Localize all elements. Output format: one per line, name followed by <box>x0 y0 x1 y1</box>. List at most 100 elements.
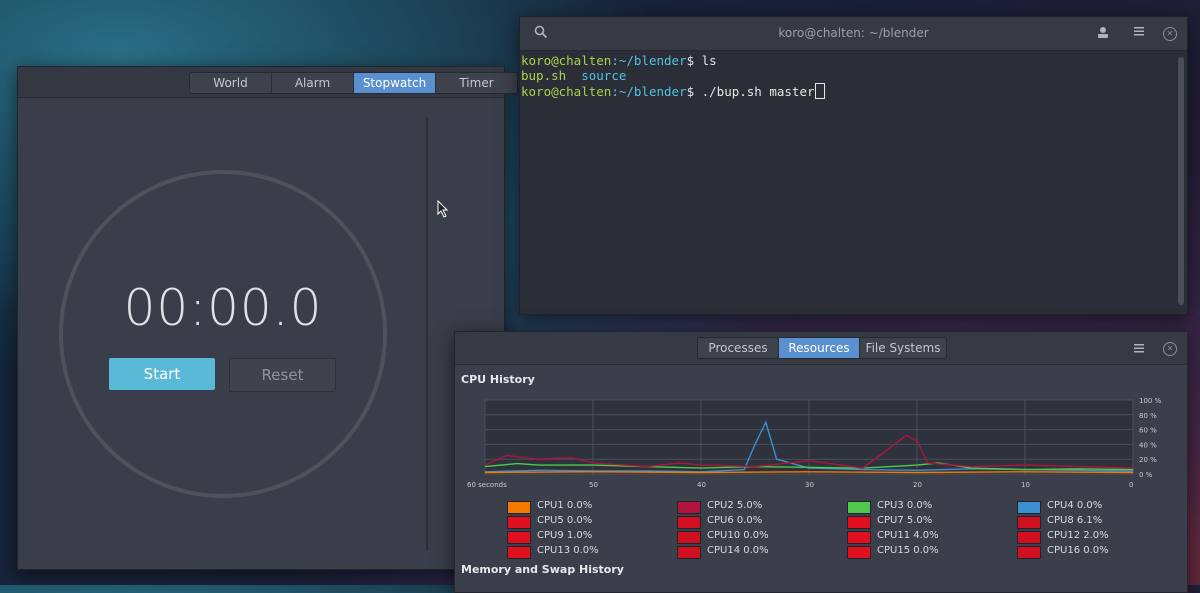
y-tick-label: 0 % <box>1139 471 1153 479</box>
text-cursor <box>814 83 825 99</box>
x-tick-label: 0 <box>1129 481 1133 489</box>
close-icon[interactable]: ✕ <box>1163 342 1177 356</box>
cpu-legend-item: CPU5 0.0% <box>507 515 677 530</box>
close-icon[interactable]: ✕ <box>1163 27 1177 41</box>
terminal-titlebar: koro@chalten: ~/blender ✕ <box>520 17 1187 51</box>
terminal-title: koro@chalten: ~/blender <box>778 26 929 40</box>
x-tick-label: 40 <box>697 481 706 489</box>
x-tick-label: 60 seconds <box>467 481 507 489</box>
prompt-user: koro@chalten <box>521 53 612 68</box>
prompt-path: :~/blender <box>611 84 687 99</box>
cpu-legend-label: CPU8 6.1% <box>1047 515 1103 526</box>
clocks-header: World Alarm Stopwatch Timer <box>18 67 518 98</box>
cpu-legend-label: CPU16 0.0% <box>1047 545 1109 556</box>
tab-stopwatch[interactable]: Stopwatch <box>354 73 436 93</box>
cpu-legend-item: CPU2 5.0% <box>677 500 847 515</box>
cpu-legend-label: CPU14 0.0% <box>707 545 769 556</box>
cpu-color-swatch[interactable] <box>847 516 871 529</box>
cpu-color-swatch[interactable] <box>847 531 871 544</box>
cpu-color-swatch[interactable] <box>677 546 701 559</box>
monitor-tab-bar: Processes Resources File Systems <box>697 337 947 359</box>
tab-file-systems[interactable]: File Systems <box>860 338 946 358</box>
menu-icon[interactable] <box>1133 25 1145 41</box>
cpu-legend-item: CPU9 1.0% <box>507 530 677 545</box>
cpu-legend-item: CPU13 0.0% <box>507 545 677 560</box>
y-tick-label: 20 % <box>1139 456 1157 464</box>
cpu-color-swatch[interactable] <box>507 516 531 529</box>
cpu-legend-label: CPU13 0.0% <box>537 545 599 556</box>
user-icon[interactable] <box>1096 25 1110 43</box>
clocks-tab-bar: World Alarm Stopwatch Timer <box>189 72 518 94</box>
mouse-pointer-icon <box>437 199 449 222</box>
cpu-legend-item: CPU10 0.0% <box>677 530 847 545</box>
cpu-legend-item: CPU3 0.0% <box>847 500 1017 515</box>
y-tick-label: 40 % <box>1139 441 1157 449</box>
terminal-line: koro@chalten:~/blender$ ls <box>521 53 1187 68</box>
tab-world[interactable]: World <box>190 73 272 93</box>
terminal-scrollbar[interactable] <box>1178 57 1184 305</box>
prompt-user: koro@chalten <box>521 84 612 99</box>
cpu-legend-label: CPU9 1.0% <box>537 530 593 541</box>
tab-resources[interactable]: Resources <box>779 338 860 358</box>
system-monitor-window: Processes Resources File Systems ✕ CPU H… <box>454 331 1188 593</box>
cpu-legend-item: CPU11 4.0% <box>847 530 1017 545</box>
cpu-legend-item: CPU16 0.0% <box>1017 545 1187 560</box>
clocks-window: World Alarm Stopwatch Timer 00:00.0 Star… <box>17 66 518 570</box>
cpu-legend-item: CPU4 0.0% <box>1017 500 1187 515</box>
command-text: $ ls <box>686 53 717 68</box>
cpu-color-swatch[interactable] <box>1017 501 1041 514</box>
terminal-line: bup.sh source <box>521 68 1187 83</box>
ls-entry: source <box>581 68 627 83</box>
tab-processes[interactable]: Processes <box>698 338 779 358</box>
cpu-color-swatch[interactable] <box>677 501 701 514</box>
cpu-color-swatch[interactable] <box>677 531 701 544</box>
cpu-color-swatch[interactable] <box>677 516 701 529</box>
cpu-legend-label: CPU7 5.0% <box>877 515 933 526</box>
cpu-color-swatch[interactable] <box>1017 546 1041 559</box>
cpu-legend-label: CPU2 5.0% <box>707 500 763 511</box>
tab-alarm[interactable]: Alarm <box>272 73 354 93</box>
command-text: $ ./bup.sh master <box>686 84 815 99</box>
y-tick-label: 100 % <box>1139 397 1162 405</box>
laps-divider <box>426 117 428 551</box>
x-tick-label: 50 <box>589 481 598 489</box>
ls-entry: bup.sh <box>521 68 567 83</box>
terminal-output[interactable]: koro@chalten:~/blender$ ls bup.sh source… <box>520 51 1187 99</box>
cpu-legend-item: CPU15 0.0% <box>847 545 1017 560</box>
x-tick-label: 10 <box>1021 481 1030 489</box>
cpu-color-swatch[interactable] <box>507 501 531 514</box>
cpu-legend-item: CPU6 0.0% <box>677 515 847 530</box>
cpu-color-swatch[interactable] <box>507 546 531 559</box>
cpu-legend-label: CPU4 0.0% <box>1047 500 1103 511</box>
cpu-legend-item: CPU1 0.0% <box>507 500 677 515</box>
cpu-legend-label: CPU12 2.0% <box>1047 530 1109 541</box>
cpu-legend-item: CPU7 5.0% <box>847 515 1017 530</box>
tab-timer[interactable]: Timer <box>436 73 517 93</box>
cpu-color-swatch[interactable] <box>1017 516 1041 529</box>
reset-button[interactable]: Reset <box>229 358 336 392</box>
cpu-color-swatch[interactable] <box>507 531 531 544</box>
cpu-legend-item: CPU14 0.0% <box>677 545 847 560</box>
cpu-legend-label: CPU3 0.0% <box>877 500 933 511</box>
cpu-legend-item: CPU8 6.1% <box>1017 515 1187 530</box>
cpu-legend-label: CPU10 0.0% <box>707 530 769 541</box>
x-tick-label: 30 <box>805 481 814 489</box>
cpu-color-swatch[interactable] <box>847 546 871 559</box>
cpu-history-title: CPU History <box>461 373 535 386</box>
cpu-legend-label: CPU1 0.0% <box>537 500 593 511</box>
prompt-path: :~/blender <box>611 53 687 68</box>
y-tick-label: 60 % <box>1139 427 1157 435</box>
terminal-line: koro@chalten:~/blender$ ./bup.sh master <box>521 83 1187 99</box>
stopwatch-time: 00:00.0 <box>123 279 323 337</box>
cpu-color-swatch[interactable] <box>847 501 871 514</box>
terminal-window: koro@chalten: ~/blender ✕ koro@chalten:~… <box>519 16 1188 315</box>
monitor-header: Processes Resources File Systems ✕ <box>455 332 1187 365</box>
start-button[interactable]: Start <box>109 358 215 390</box>
cpu-color-swatch[interactable] <box>1017 531 1041 544</box>
memory-history-title: Memory and Swap History <box>461 563 624 576</box>
cpu-legend-label: CPU5 0.0% <box>537 515 593 526</box>
cpu-legend-label: CPU6 0.0% <box>707 515 763 526</box>
x-tick-label: 20 <box>913 481 922 489</box>
menu-icon[interactable] <box>1133 342 1145 358</box>
y-tick-label: 80 % <box>1139 412 1157 420</box>
